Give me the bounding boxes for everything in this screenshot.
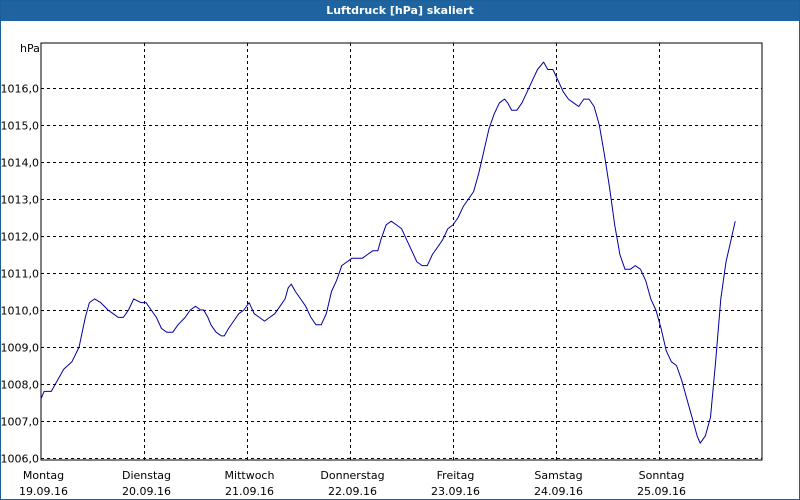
x-tick-weekday: Donnerstag [320,469,384,482]
plot-area [40,42,763,461]
x-tick-weekday: Mittwoch [225,469,275,482]
chart-window: Luftdruck [hPa] skaliert 1006,0 1007,0 100… [0,0,800,500]
y-tick-label: 1013,0 [1,194,39,207]
x-tick-weekday: Sonntag [639,469,685,482]
x-tick-date: 21.09.16 [225,485,274,498]
y-tick-label: 1007,0 [1,416,39,429]
y-axis-unit-label: hPa [20,42,40,55]
x-tick-date: 20.09.16 [122,485,171,498]
pressure-chart: 1006,0 1007,0 1008,0 1009,0 1010,0 1011,0 1012… [1,42,763,498]
window-title: Luftdruck [hPa] skaliert [1,1,799,21]
x-tick-weekday: Montag [23,469,64,482]
y-tick-label: 1006,0 [1,453,39,466]
x-tick-weekday: Freitag [437,469,475,482]
y-tick-label: 1009,0 [1,342,39,355]
y-tick-label: 1015,0 [1,120,39,133]
y-tick-label: 1011,0 [1,268,39,281]
y-tick-label: 1012,0 [1,231,39,244]
x-tick-date: 25.09.16 [637,485,686,498]
y-tick-label: 1016,0 [1,83,39,96]
x-tick-date: 23.09.16 [431,485,480,498]
x-tick-date: 24.09.16 [534,485,583,498]
x-tick-date: 19.09.16 [19,485,68,498]
x-tick-weekday: Dienstag [122,469,171,482]
x-tick-date: 22.09.16 [328,485,377,498]
y-tick-label: 1010,0 [1,305,39,318]
y-tick-label: 1008,0 [1,379,39,392]
x-tick-weekday: Samstag [534,469,582,482]
y-tick-label: 1014,0 [1,157,39,170]
